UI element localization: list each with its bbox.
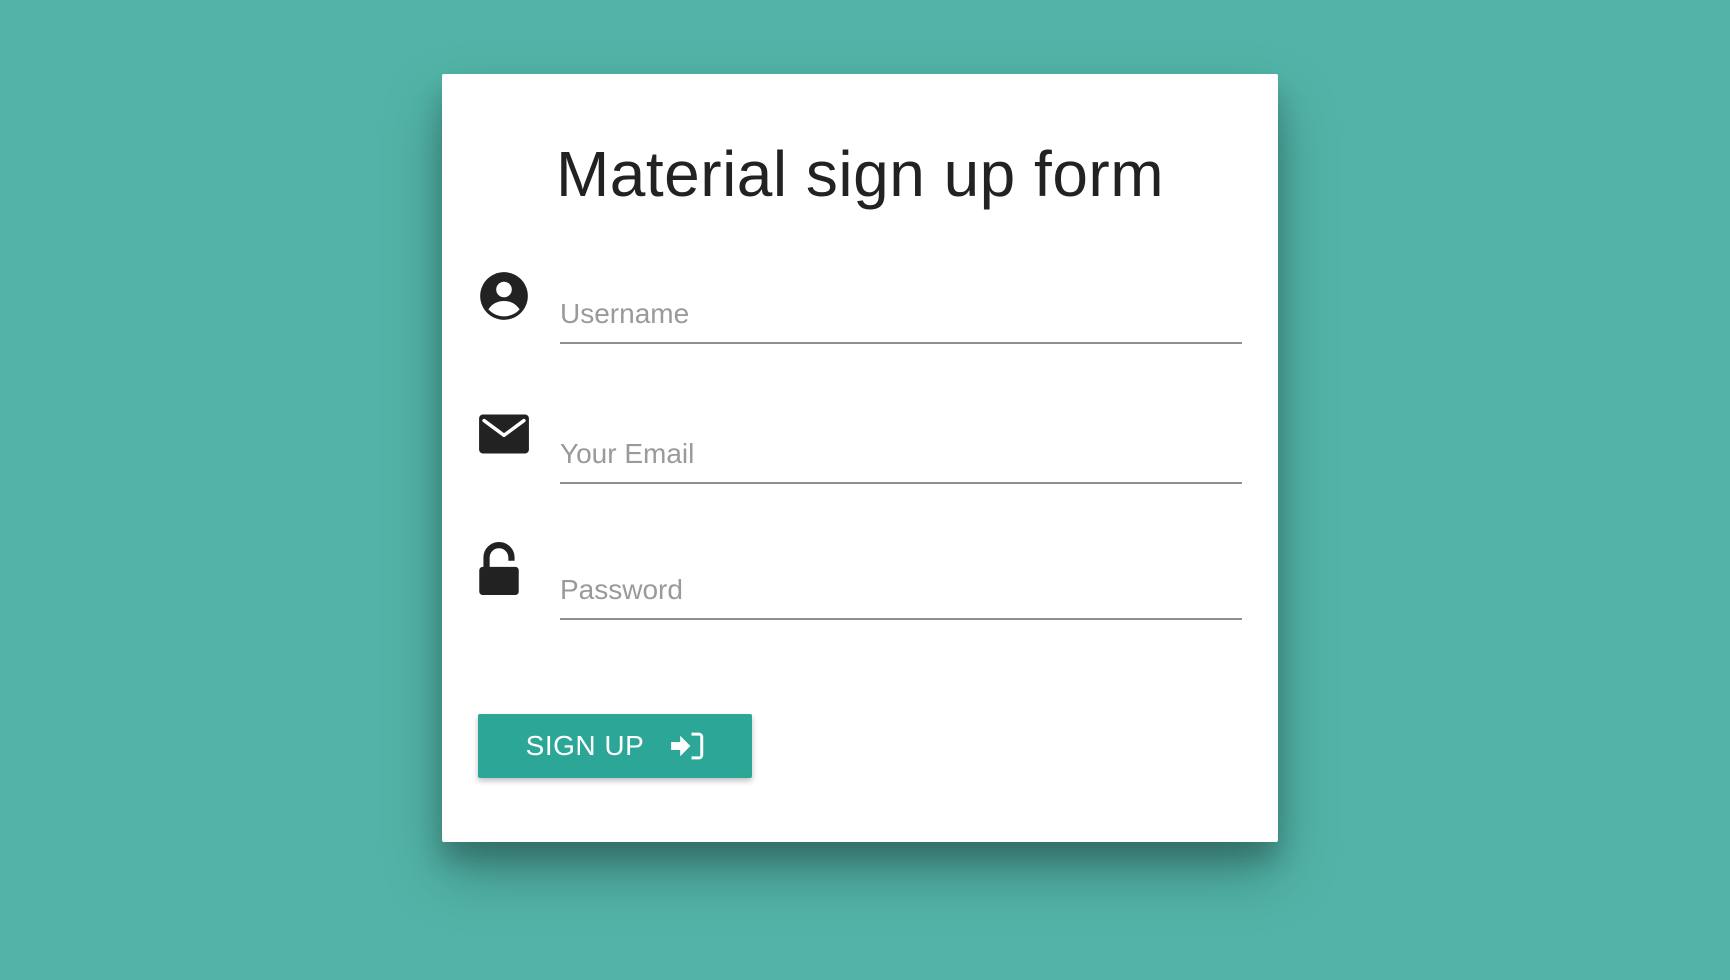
page-background: { "form": { "title": "Material sign up f…	[0, 0, 1730, 980]
signup-card: Material sign up form Username Your Emai…	[442, 74, 1278, 842]
password-input[interactable]	[560, 562, 1242, 620]
password-field-group	[478, 542, 1242, 622]
form-title: Material sign up form	[555, 138, 1165, 210]
signup-button[interactable]: SIGN UP	[478, 714, 752, 778]
email-input[interactable]	[560, 426, 1242, 484]
unlock-icon	[478, 542, 520, 596]
email-field-group	[478, 404, 1242, 484]
signup-button-label: SIGN UP	[525, 730, 645, 761]
username-field-group	[478, 268, 1242, 348]
username-input[interactable]	[560, 286, 1242, 344]
sign-in-icon	[670, 731, 704, 761]
mail-icon	[478, 408, 530, 460]
account-circle-icon	[478, 270, 530, 322]
